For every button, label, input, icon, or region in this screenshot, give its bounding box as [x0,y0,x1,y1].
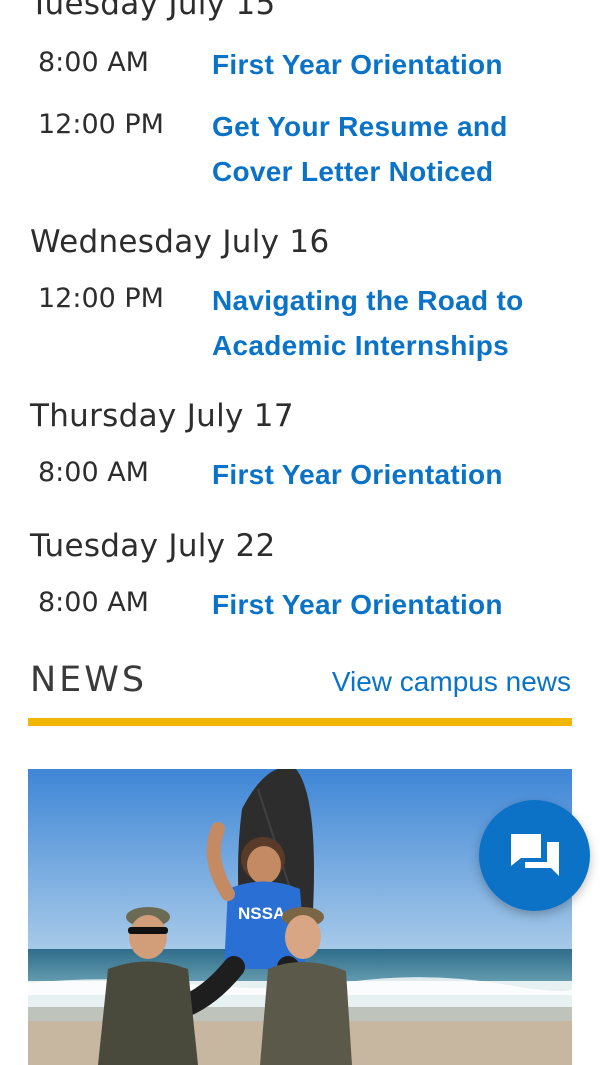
chat-button[interactable] [479,800,590,911]
day-heading: Wednesday July 16 [30,224,330,260]
day-heading: Tuesday July 15 [30,0,276,22]
news-photo[interactable]: NSSA [28,769,572,1065]
event-time: 8:00 AM [38,47,149,78]
day-heading: Thursday July 17 [30,398,294,434]
shirt-text: NSSA [238,904,285,923]
news-divider [28,718,572,726]
event-time: 8:00 AM [38,587,149,618]
news-heading: NEWS [30,660,148,700]
event-time: 12:00 PM [38,109,164,140]
event-time: 12:00 PM [38,283,164,314]
event-link[interactable]: First Year Orientation [212,452,572,497]
chat-bubbles-icon [510,833,559,876]
event-link[interactable]: Get Your Resume and Cover Letter Noticed [212,104,572,194]
news-photo-illustration: NSSA [28,769,572,1065]
event-link[interactable]: First Year Orientation [212,42,572,87]
event-time: 8:00 AM [38,457,149,488]
day-heading: Tuesday July 22 [30,528,276,564]
event-link[interactable]: Navigating the Road to Academic Internsh… [212,278,572,368]
view-campus-news-link[interactable]: View campus news [332,666,571,698]
event-link[interactable]: First Year Orientation [212,582,572,627]
